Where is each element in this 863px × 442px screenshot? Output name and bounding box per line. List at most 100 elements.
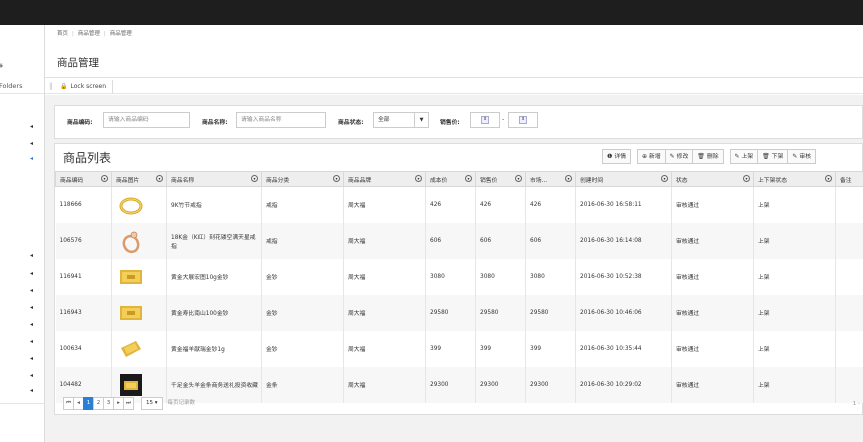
- column-header[interactable]: 创建时间 ▾: [575, 171, 672, 187]
- created-time-cell: 2016-06-30 16:58:11: [575, 186, 672, 223]
- product-thumbnail[interactable]: [118, 372, 144, 398]
- table-row[interactable]: 106576 18K金（K红）刻花镂空满天星戒指 戒指 周大福 606 606 606 201…: [55, 222, 863, 259]
- shelf-status-cell: 上架: [753, 330, 836, 367]
- column-header[interactable]: 销售价 ▾: [475, 171, 526, 187]
- breadcrumb-item[interactable]: 商品管理: [78, 31, 100, 37]
- main-content: 首页 | 商品管理 | 商品管理 商品管理 ‖ 🔒 Lock screen 商品编码: 请…: [45, 25, 863, 442]
- shelf-status-cell: 上架: [753, 366, 836, 403]
- column-header[interactable]: 商品图片 ▾: [111, 171, 167, 187]
- column-header[interactable]: 商品编码 ▾: [55, 171, 112, 187]
- column-header-label: 状态: [676, 177, 688, 184]
- status-select[interactable]: 全部 ▼: [373, 112, 429, 128]
- column-header[interactable]: 商品品牌 ▾: [343, 171, 426, 187]
- code-input[interactable]: 请输入商品编码: [103, 112, 190, 128]
- sidebar-expand-arrow-icon[interactable]: ◂: [30, 304, 33, 311]
- detail-button[interactable]: ❶ 详情: [603, 150, 630, 163]
- product-thumbnail[interactable]: [118, 228, 144, 254]
- sidebar-expand-arrow-icon[interactable]: ◂: [30, 140, 33, 147]
- sidebar-expand-arrow-icon[interactable]: ◂: [30, 270, 33, 277]
- product-thumbnail[interactable]: [118, 192, 144, 218]
- status-cell: 审核通过: [671, 258, 754, 295]
- column-header[interactable]: 商品名称 ▾: [166, 171, 262, 187]
- lock-icon: 🔒: [60, 83, 68, 90]
- price-min-input[interactable]: ⬍: [470, 112, 500, 128]
- sidebar-expand-arrow-icon[interactable]: ◂: [30, 372, 33, 379]
- sidebar-folders-label[interactable]: Folders: [0, 82, 22, 90]
- sidebar-expand-arrow-icon[interactable]: ◂: [30, 155, 33, 162]
- created-time-cell: 2016-06-30 10:35:44: [575, 330, 672, 367]
- shelf-down-button[interactable]: 🗑 下架: [758, 150, 789, 163]
- spinner-icon[interactable]: ⬍: [481, 116, 489, 124]
- product-brand-cell: 周大福: [343, 330, 426, 367]
- table-row[interactable]: 118666 9K竹节戒指 戒指 周大福 426 426 426 2016-06-30 16:…: [55, 186, 863, 223]
- column-menu-icon[interactable]: ▾: [825, 175, 832, 182]
- table-row[interactable]: 116941 黄金大展宏图10g金钞 金钞 周大福 3080 3080 3080 2016-0…: [55, 258, 863, 295]
- title-divider: [45, 77, 863, 78]
- sidebar-expand-arrow-icon[interactable]: ◂: [30, 338, 33, 345]
- column-header[interactable]: 上下架状态 ▾: [753, 171, 836, 187]
- spinner-icon[interactable]: ⬍: [519, 116, 527, 124]
- top-navbar: [0, 0, 863, 25]
- delete-button[interactable]: 🗑 删除: [693, 150, 722, 163]
- product-thumbnail[interactable]: [118, 264, 144, 290]
- review-button[interactable]: ✎ 审核: [788, 150, 815, 163]
- cost-price-cell: 606: [425, 222, 476, 259]
- column-menu-icon[interactable]: ▾: [415, 175, 422, 182]
- price-max-input[interactable]: ⬍: [508, 112, 538, 128]
- product-thumbnail[interactable]: [118, 336, 144, 362]
- product-brand-cell: 周大福: [343, 258, 426, 295]
- column-menu-icon[interactable]: ▾: [101, 175, 108, 182]
- sidebar-expand-arrow-icon[interactable]: ◂: [30, 321, 33, 328]
- remark-cell: [835, 330, 863, 367]
- column-header[interactable]: 市场... ▾: [525, 171, 576, 187]
- last-page-button[interactable]: ⏭: [123, 397, 134, 410]
- shelf-up-button[interactable]: ✎ 上架: [731, 150, 759, 163]
- trash-icon: 🗑: [762, 153, 770, 160]
- sidebar-expand-arrow-icon[interactable]: ◂: [30, 252, 33, 259]
- column-menu-icon[interactable]: ▾: [465, 175, 472, 182]
- add-button[interactable]: ⊕ 新增: [638, 150, 666, 163]
- info-icon: ❶: [607, 153, 613, 160]
- column-header[interactable]: 成本价 ▾: [425, 171, 476, 187]
- product-brand-cell: 周大福: [343, 222, 426, 259]
- market-price-cell: 29580: [525, 294, 576, 331]
- status-label: 商品状态:: [338, 120, 364, 126]
- sidebar-expand-arrow-icon[interactable]: ◂: [30, 123, 33, 130]
- product-thumbnail[interactable]: [118, 300, 144, 326]
- price-range-separator: -: [502, 117, 505, 123]
- column-header[interactable]: 商品分类 ▾: [261, 171, 344, 187]
- column-menu-icon[interactable]: ▾: [251, 175, 258, 182]
- tab-lock-screen[interactable]: 🔒 Lock screen: [54, 80, 114, 94]
- page-size-select[interactable]: 15 ▾: [141, 397, 163, 410]
- sidebar-expand-arrow-icon[interactable]: ◂: [30, 287, 33, 294]
- column-menu-icon[interactable]: ▾: [661, 175, 668, 182]
- cost-price-cell: 399: [425, 330, 476, 367]
- code-label: 商品编码:: [67, 120, 93, 126]
- table-row[interactable]: 116943 黄金寿比南山100金钞 金钞 周大福 29580 29580 29580 201…: [55, 294, 863, 331]
- column-header-label: 商品品牌: [348, 177, 372, 184]
- edit-button[interactable]: ✎ 修改: [666, 150, 694, 163]
- shelf-status-cell: 上架: [753, 222, 836, 259]
- product-name-cell: 18K金（K红）刻花镂空满天星戒指: [166, 222, 262, 259]
- status-cell: 审核通过: [671, 366, 754, 403]
- sale-price-cell: 29300: [475, 366, 526, 403]
- table-row[interactable]: 100634 黄金福羊献瑞金钞1g 金钞 周大福 399 399 399 2016-06-30…: [55, 330, 863, 367]
- product-brand-cell: 周大福: [343, 294, 426, 331]
- breadcrumb-home[interactable]: 首页: [57, 31, 68, 37]
- column-header-label: 市场...: [530, 177, 548, 184]
- column-menu-icon[interactable]: ▾: [515, 175, 522, 182]
- column-menu-icon[interactable]: ▾: [333, 175, 340, 182]
- breadcrumb-item[interactable]: 商品管理: [110, 31, 132, 37]
- sidebar-expand-arrow-icon[interactable]: ◂: [30, 387, 33, 394]
- column-menu-icon[interactable]: ▾: [156, 175, 163, 182]
- page-title: 商品管理: [57, 57, 99, 69]
- tab-bar-separator: ‖: [49, 82, 53, 90]
- column-header[interactable]: 状态 ▾: [671, 171, 754, 187]
- sidebar-expand-arrow-icon[interactable]: ◂: [30, 355, 33, 362]
- sidebar-top-label: #: [0, 62, 3, 70]
- column-menu-icon[interactable]: ▾: [743, 175, 750, 182]
- column-menu-icon[interactable]: ▾: [565, 175, 572, 182]
- edit-button-label: 修改: [676, 154, 689, 160]
- name-input[interactable]: 请输入商品名称: [236, 112, 326, 128]
- column-header[interactable]: 备注: [835, 171, 863, 187]
